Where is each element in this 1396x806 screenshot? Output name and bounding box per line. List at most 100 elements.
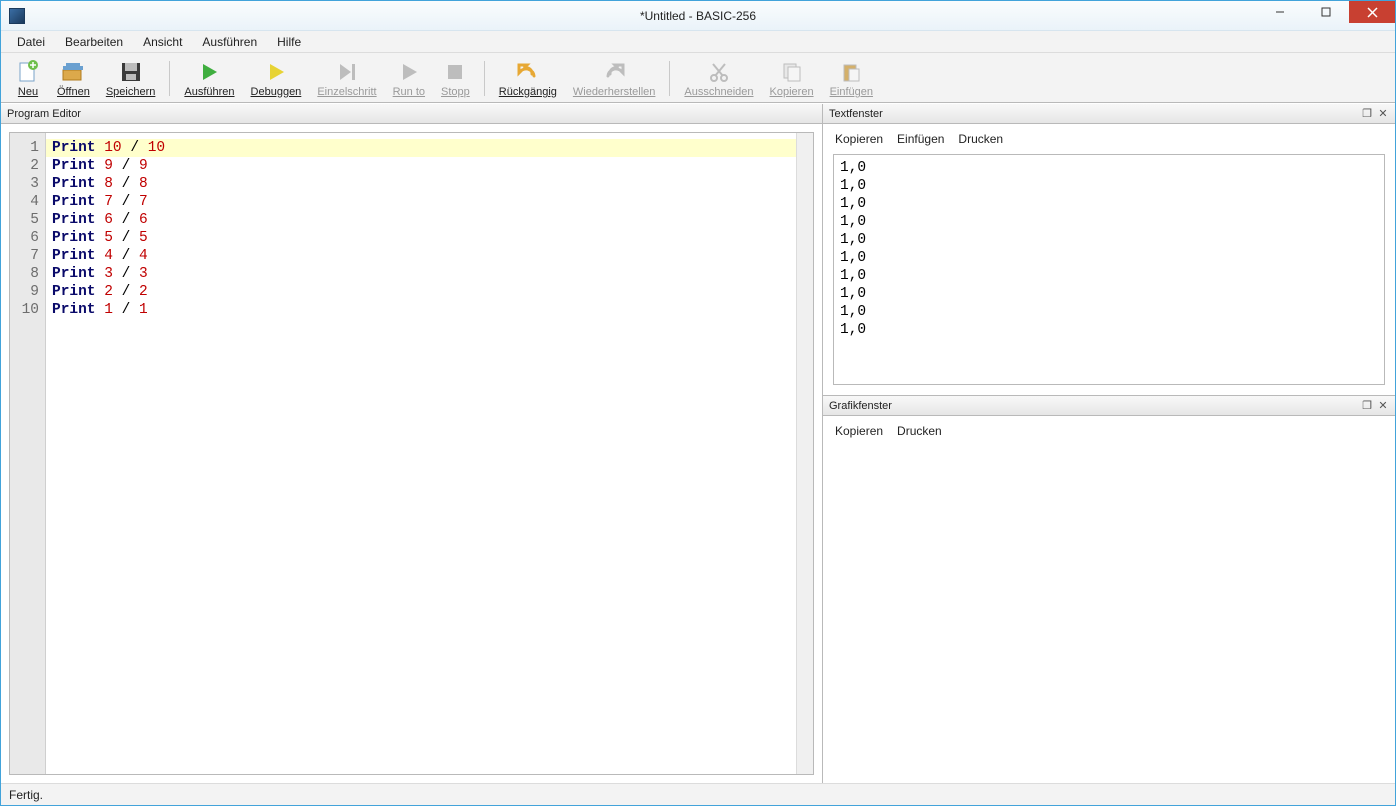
cut-button[interactable]: Ausschneiden <box>676 57 761 100</box>
window-title: *Untitled - BASIC-256 <box>640 9 756 23</box>
cut-icon <box>706 59 732 85</box>
run-button[interactable]: Ausführen <box>176 57 242 100</box>
menu-view[interactable]: Ansicht <box>133 33 192 51</box>
close-button[interactable] <box>1349 1 1395 23</box>
output-line: 1,0 <box>840 159 1378 177</box>
debug-icon <box>263 59 289 85</box>
output-line: 1,0 <box>840 249 1378 267</box>
runto-button[interactable]: Run to <box>385 57 433 100</box>
line-number: 7 <box>10 247 39 265</box>
paste-icon <box>838 59 864 85</box>
output-line: 1,0 <box>840 195 1378 213</box>
graphics-canvas[interactable] <box>833 446 1385 775</box>
code-editor[interactable]: 12345678910 Print 10 / 10Print 9 / 9Prin… <box>9 132 814 775</box>
text-copy-button[interactable]: Kopieren <box>835 132 883 146</box>
output-line: 1,0 <box>840 267 1378 285</box>
minimize-button[interactable] <box>1257 1 1303 23</box>
output-line: 1,0 <box>840 303 1378 321</box>
code-line[interactable]: Print 7 / 7 <box>52 193 790 211</box>
open-label: Öffnen <box>57 86 90 98</box>
redo-icon <box>601 59 627 85</box>
open-button[interactable]: Öffnen <box>49 57 98 100</box>
text-paste-button[interactable]: Einfügen <box>897 132 944 146</box>
text-output-pane: Textfenster ❐ ✕ Kopieren Einfügen Drucke… <box>823 104 1395 396</box>
output-line: 1,0 <box>840 285 1378 303</box>
output-line: 1,0 <box>840 231 1378 249</box>
vertical-scrollbar[interactable] <box>796 133 813 774</box>
line-gutter: 12345678910 <box>10 133 46 774</box>
title-bar: *Untitled - BASIC-256 <box>1 1 1395 31</box>
toolbar-separator <box>484 61 485 96</box>
line-number: 10 <box>10 301 39 319</box>
debug-label: Debuggen <box>251 86 302 98</box>
output-line: 1,0 <box>840 213 1378 231</box>
debug-button[interactable]: Debuggen <box>243 57 310 100</box>
status-text: Fertig. <box>9 788 43 802</box>
line-number: 3 <box>10 175 39 193</box>
graphics-pane: Grafikfenster ❐ ✕ Kopieren Drucken <box>823 396 1395 783</box>
toolbar-separator <box>669 61 670 96</box>
grafik-print-button[interactable]: Drucken <box>897 424 942 438</box>
menu-edit[interactable]: Bearbeiten <box>55 33 133 51</box>
line-number: 4 <box>10 193 39 211</box>
redo-label: Wiederherstellen <box>573 86 656 98</box>
menu-bar: Datei Bearbeiten Ansicht Ausführen Hilfe <box>1 31 1395 53</box>
line-number: 9 <box>10 283 39 301</box>
grafik-pane-toolbar: Kopieren Drucken <box>823 416 1395 446</box>
main-area: Program Editor 12345678910 Print 10 / 10… <box>1 103 1395 783</box>
undo-label: Rückgängig <box>499 86 557 98</box>
copy-label: Kopieren <box>770 86 814 98</box>
grafik-pane-title: Grafikfenster <box>829 400 892 412</box>
grafik-copy-button[interactable]: Kopieren <box>835 424 883 438</box>
text-pane-toolbar: Kopieren Einfügen Drucken <box>823 124 1395 154</box>
text-pane-header: Textfenster ❐ ✕ <box>823 104 1395 124</box>
menu-file[interactable]: Datei <box>7 33 55 51</box>
step-label: Einzelschritt <box>317 86 376 98</box>
undo-button[interactable]: Rückgängig <box>491 57 565 100</box>
redo-button[interactable]: Wiederherstellen <box>565 57 664 100</box>
window-controls <box>1257 1 1395 23</box>
close-pane-icon[interactable]: ✕ <box>1377 107 1389 120</box>
undock-icon[interactable]: ❐ <box>1361 107 1373 120</box>
paste-button[interactable]: Einfügen <box>822 57 881 100</box>
line-number: 5 <box>10 211 39 229</box>
editor-header: Program Editor <box>1 104 822 124</box>
menu-run[interactable]: Ausführen <box>192 33 267 51</box>
code-line[interactable]: Print 1 / 1 <box>52 301 790 319</box>
program-editor-pane: Program Editor 12345678910 Print 10 / 10… <box>1 104 823 783</box>
menu-help[interactable]: Hilfe <box>267 33 311 51</box>
code-line[interactable]: Print 2 / 2 <box>52 283 790 301</box>
code-area[interactable]: Print 10 / 10Print 9 / 9Print 8 / 8Print… <box>46 133 796 774</box>
line-number: 6 <box>10 229 39 247</box>
code-line[interactable]: Print 9 / 9 <box>52 157 790 175</box>
code-line[interactable]: Print 4 / 4 <box>52 247 790 265</box>
maximize-button[interactable] <box>1303 1 1349 23</box>
code-line[interactable]: Print 5 / 5 <box>52 229 790 247</box>
code-line[interactable]: Print 6 / 6 <box>52 211 790 229</box>
output-line: 1,0 <box>840 321 1378 339</box>
grafik-pane-header: Grafikfenster ❐ ✕ <box>823 396 1395 416</box>
save-icon <box>118 59 144 85</box>
text-output[interactable]: 1,01,01,01,01,01,01,01,01,01,0 <box>833 154 1385 385</box>
undock-icon[interactable]: ❐ <box>1361 399 1373 412</box>
save-button[interactable]: Speichern <box>98 57 164 100</box>
close-pane-icon[interactable]: ✕ <box>1377 399 1389 412</box>
run-label: Ausführen <box>184 86 234 98</box>
stop-button[interactable]: Stopp <box>433 57 478 100</box>
stop-icon <box>442 59 468 85</box>
cut-label: Ausschneiden <box>684 86 753 98</box>
open-icon <box>60 59 86 85</box>
runto-label: Run to <box>393 86 425 98</box>
editor-title: Program Editor <box>7 108 81 120</box>
copy-icon <box>779 59 805 85</box>
copy-button[interactable]: Kopieren <box>762 57 822 100</box>
code-line[interactable]: Print 8 / 8 <box>52 175 790 193</box>
new-button[interactable]: Neu <box>7 57 49 100</box>
code-line[interactable]: Print 10 / 10 <box>46 139 796 157</box>
output-line: 1,0 <box>840 177 1378 195</box>
line-number: 8 <box>10 265 39 283</box>
text-print-button[interactable]: Drucken <box>958 132 1003 146</box>
step-button[interactable]: Einzelschritt <box>309 57 384 100</box>
runto-icon <box>396 59 422 85</box>
code-line[interactable]: Print 3 / 3 <box>52 265 790 283</box>
